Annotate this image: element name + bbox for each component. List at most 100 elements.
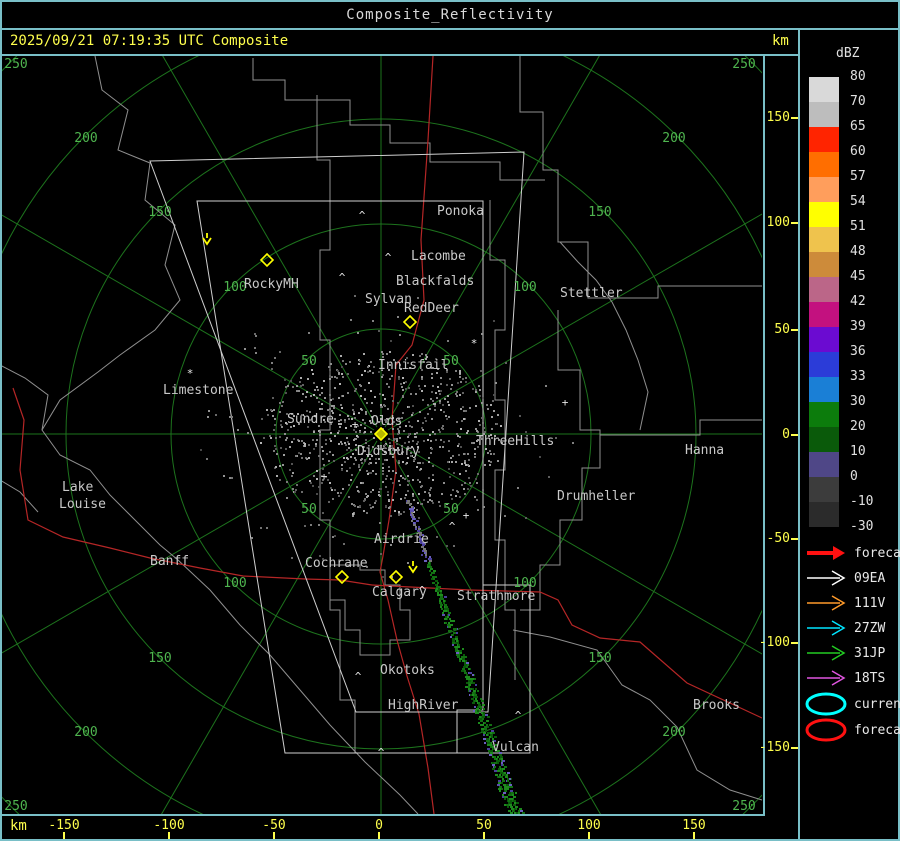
city-label-vulcan: Vulcan xyxy=(492,740,539,755)
city-label-limestone: Limestone xyxy=(163,383,234,398)
city-label-banff: Banff xyxy=(150,554,189,569)
dbz-scale-swatch xyxy=(809,277,839,302)
x-axis-tick-label: -50 xyxy=(262,818,285,833)
legend-item-forecast: forecast xyxy=(804,718,900,742)
range-ring-label: 100 xyxy=(513,280,536,295)
caret-marker-icon: ^ xyxy=(419,584,426,597)
legend-item-111V: 111V xyxy=(804,591,885,615)
city-label-didsbury: Didsbury xyxy=(357,444,420,459)
city-label-reddeer: RedDeer xyxy=(404,301,459,316)
legend-item-09EA: 09EA xyxy=(804,566,885,590)
city-label-rockymh: RockyMH xyxy=(244,277,299,292)
y-axis-tick-label: -50 xyxy=(767,531,790,546)
caret-marker-icon: ^ xyxy=(385,251,392,264)
city-labels: PonokaLacombeBlackfaldsSylvanRedDeerRock… xyxy=(59,204,740,755)
boundary-topright xyxy=(520,56,762,298)
dbz-scale-swatch xyxy=(809,377,839,402)
radar-map-canvas[interactable]: 5050505010010010010015015015015020020020… xyxy=(2,56,762,814)
range-ring-label: 250 xyxy=(4,799,27,814)
x-axis-tick-mark xyxy=(588,832,590,839)
caret-marker-icon: ^ xyxy=(339,271,346,284)
city-label-highriver: HighRiver xyxy=(388,698,459,713)
dbz-scale-swatch xyxy=(809,202,839,227)
caret-marker-icon: ^ xyxy=(449,520,456,533)
x-axis-tick-label: 150 xyxy=(682,818,705,833)
dbz-scale-swatch xyxy=(809,152,839,177)
boundary-foothills xyxy=(42,56,418,814)
dbz-scale-swatch xyxy=(809,227,839,252)
y-axis-tick-mark xyxy=(791,538,798,540)
caret-marker-icon: ^ xyxy=(515,709,522,722)
radar-app-window: { "title": "Composite_Reflectivity", "he… xyxy=(0,0,900,841)
dbz-scale-tick-label: 45 xyxy=(850,269,866,284)
x-axis-tick-mark xyxy=(378,832,380,839)
range-ring-label: 150 xyxy=(148,651,171,666)
dbz-scale-tick-label: 60 xyxy=(850,144,866,159)
legend-item-18TS: 18TS xyxy=(804,666,885,690)
dbz-scale-tick-label: 39 xyxy=(850,319,866,334)
legend-item-current: current xyxy=(804,692,900,716)
y-axis-tick-label: -150 xyxy=(759,740,790,755)
dbz-scale-swatch xyxy=(809,102,839,127)
dbz-scale-tick-label: 57 xyxy=(850,169,866,184)
range-ring-label: 50 xyxy=(301,502,317,517)
scale-unit-label: dBZ xyxy=(836,46,859,61)
legend-arrow-icon xyxy=(804,641,848,665)
legend-label: 18TS xyxy=(854,671,885,686)
range-ring-label: 200 xyxy=(662,725,685,740)
range-ring-label: 250 xyxy=(732,57,755,72)
dbz-scale-swatch xyxy=(809,327,839,352)
x-axis-tick-mark xyxy=(693,832,695,839)
legend-arrow-icon xyxy=(804,616,848,640)
dbz-scale-tick-label: 10 xyxy=(850,444,866,459)
city-label-lacombe: Lacombe xyxy=(411,249,466,264)
y-axis-tick-label: 100 xyxy=(767,215,790,230)
dbz-scale-tick-label: 54 xyxy=(850,194,866,209)
wind-arrow-icon xyxy=(203,233,211,244)
range-ring-label: 150 xyxy=(148,205,171,220)
legend-label: 111V xyxy=(854,596,885,611)
window-title-bar: Composite_Reflectivity xyxy=(0,2,900,28)
precipitation-band xyxy=(406,500,525,814)
x-axis-tick-label: 50 xyxy=(476,818,492,833)
caret-marker-icon: ^ xyxy=(359,209,366,222)
y-axis-tick-label: 0 xyxy=(782,427,790,442)
legend-label: 31JP xyxy=(854,646,885,661)
dbz-scale-swatch xyxy=(809,452,839,477)
x-axis-tick-mark xyxy=(483,832,485,839)
city-label-lake: Lake xyxy=(62,480,93,495)
range-ring-label: 200 xyxy=(662,131,685,146)
range-ring-label: 250 xyxy=(4,57,27,72)
dbz-scale-tick-label: -30 xyxy=(850,519,873,534)
x-axis-tick-label: -100 xyxy=(153,818,184,833)
dbz-scale-tick-label: -10 xyxy=(850,494,873,509)
legend-arrow-icon xyxy=(804,566,848,590)
timestamp-label: 2025/09/21 07:19:35 UTC Composite xyxy=(10,33,288,49)
y-axis-tick-mark xyxy=(791,747,798,749)
dbz-scale-tick-label: 42 xyxy=(850,294,866,309)
city-label-ponoka: Ponoka xyxy=(437,204,484,219)
dbz-scale-swatch xyxy=(809,402,839,427)
window-title: Composite_Reflectivity xyxy=(346,7,553,23)
y-axis-tick-mark xyxy=(791,329,798,331)
x-axis-tick-label: -150 xyxy=(48,818,79,833)
legend-arrow-icon xyxy=(804,541,848,565)
legend-ellipse-icon xyxy=(804,692,848,716)
legend-label: 27ZW xyxy=(854,621,885,636)
dbz-scale-swatch xyxy=(809,427,839,452)
y-axis-tick-mark xyxy=(791,117,798,119)
boundary-lakelouise xyxy=(2,365,48,512)
caret-marker-icon: ^ xyxy=(355,670,362,683)
plus-marker-icon: + xyxy=(352,418,359,431)
radar-site-icon xyxy=(404,316,416,328)
wind-arrow-icon xyxy=(409,561,417,572)
legend-arrow-icon xyxy=(804,591,848,615)
x-axis-tick-mark xyxy=(63,832,65,839)
x-axis-tick-label: 0 xyxy=(375,818,383,833)
legend-arrow-icon xyxy=(804,666,848,690)
dbz-scale-swatch xyxy=(809,477,839,502)
radar-site-icon xyxy=(375,428,387,440)
dbz-scale-swatch xyxy=(809,177,839,202)
range-ring-label: 150 xyxy=(588,651,611,666)
range-ring-label: 150 xyxy=(588,205,611,220)
